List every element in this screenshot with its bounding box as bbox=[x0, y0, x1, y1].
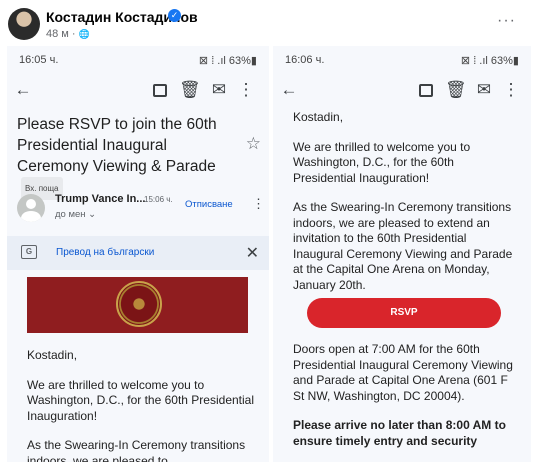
archive-icon[interactable] bbox=[416, 80, 436, 100]
back-arrow-icon[interactable]: ← bbox=[13, 80, 33, 100]
body-paragraph-2: As the Swearing-In Ceremony transitions … bbox=[293, 200, 513, 292]
body-paragraph-3: Doors open at 7:00 AM for the 60th Presi… bbox=[293, 342, 513, 403]
inaugural-seal-icon bbox=[116, 281, 162, 327]
body-paragraph-1: We are thrilled to welcome you to Washin… bbox=[293, 139, 471, 185]
gmail-screenshot-left: 16:05 ч. ⊠ ⁞ .ıl 63%▮ ← 🗑 ✉ ⋮ Please RSV… bbox=[7, 46, 269, 462]
email-toolbar: ← 🗑 ✉ ⋮ bbox=[7, 72, 269, 108]
email-body: Kostadin, We are thrilled to welcome you… bbox=[293, 110, 515, 307]
archive-icon[interactable] bbox=[150, 80, 170, 100]
body-paragraph-4: Please arrive no later than 8:00 AM to e… bbox=[293, 418, 506, 448]
recipient-toggle[interactable]: до мен ⌄ bbox=[55, 209, 96, 220]
trash-icon[interactable]: 🗑 bbox=[179, 80, 201, 100]
rsvp-button[interactable]: RSVP bbox=[307, 298, 501, 328]
verified-badge-icon: ✓ bbox=[168, 9, 181, 22]
trash-icon[interactable]: 🗑 bbox=[445, 80, 467, 100]
sender-avatar[interactable] bbox=[17, 194, 45, 222]
greeting: Kostadin, bbox=[293, 110, 344, 124]
more-vert-icon[interactable]: ⋮ bbox=[501, 80, 521, 100]
mark-unread-icon[interactable]: ✉ bbox=[474, 80, 494, 100]
translate-bar: G Превод на български ✕ bbox=[7, 236, 269, 270]
message-more-icon[interactable]: ⋮ bbox=[252, 196, 265, 212]
back-arrow-icon[interactable]: ← bbox=[279, 80, 299, 100]
status-time: 16:05 ч. bbox=[19, 54, 59, 66]
inaugural-banner bbox=[27, 277, 248, 333]
post-timestamp[interactable]: 48 м · 🌐 bbox=[46, 28, 90, 40]
translate-link[interactable]: Превод на български bbox=[56, 247, 154, 258]
email-body: Kostadin, We are thrilled to welcome you… bbox=[27, 348, 257, 462]
star-icon[interactable]: ☆ bbox=[246, 134, 261, 154]
email-subject: Please RSVP to join the 60th Presidentia… bbox=[17, 114, 237, 200]
translate-icon: G bbox=[21, 245, 37, 259]
globe-icon: 🌐 bbox=[78, 29, 90, 39]
status-bar: 16:05 ч. ⊠ ⁞ .ıl 63%▮ bbox=[7, 46, 269, 72]
author-avatar[interactable] bbox=[8, 8, 40, 40]
body-paragraph-1: We are thrilled to welcome you to Washin… bbox=[27, 377, 255, 423]
post-header: Костадин Костадинов ✓ 48 м · 🌐 ··· bbox=[0, 0, 534, 44]
status-time: 16:06 ч. bbox=[285, 54, 325, 66]
status-icons: ⊠ ⁞ .ıl 63%▮ bbox=[460, 55, 519, 67]
more-vert-icon[interactable]: ⋮ bbox=[236, 80, 256, 100]
email-body-lower: Doors open at 7:00 AM for the 60th Presi… bbox=[293, 342, 515, 462]
gmail-screenshot-right: 16:06 ч. ⊠ ⁞ .ıl 63%▮ ← 🗑 ✉ ⋮ Kostadin, … bbox=[273, 46, 531, 462]
status-icons: ⊠ ⁞ .ıl 63%▮ bbox=[198, 55, 257, 67]
sender-time: 15:06 ч. bbox=[144, 195, 173, 204]
close-icon[interactable]: ✕ bbox=[246, 243, 259, 263]
subject-text: Please RSVP to join the 60th Presidentia… bbox=[17, 116, 217, 175]
mark-unread-icon[interactable]: ✉ bbox=[209, 80, 229, 100]
status-bar: 16:06 ч. ⊠ ⁞ .ıl 63%▮ bbox=[273, 46, 531, 72]
sender-name[interactable]: Trump Vance In... bbox=[55, 193, 145, 205]
unsubscribe-link[interactable]: Отписване bbox=[185, 199, 233, 210]
post-time: 48 м · bbox=[46, 28, 79, 40]
email-toolbar: ← 🗑 ✉ ⋮ bbox=[273, 72, 531, 108]
body-paragraph-2: As the Swearing-In Ceremony transitions … bbox=[27, 438, 246, 462]
greeting: Kostadin, bbox=[27, 348, 78, 362]
post-options-button[interactable]: ··· bbox=[497, 12, 516, 30]
